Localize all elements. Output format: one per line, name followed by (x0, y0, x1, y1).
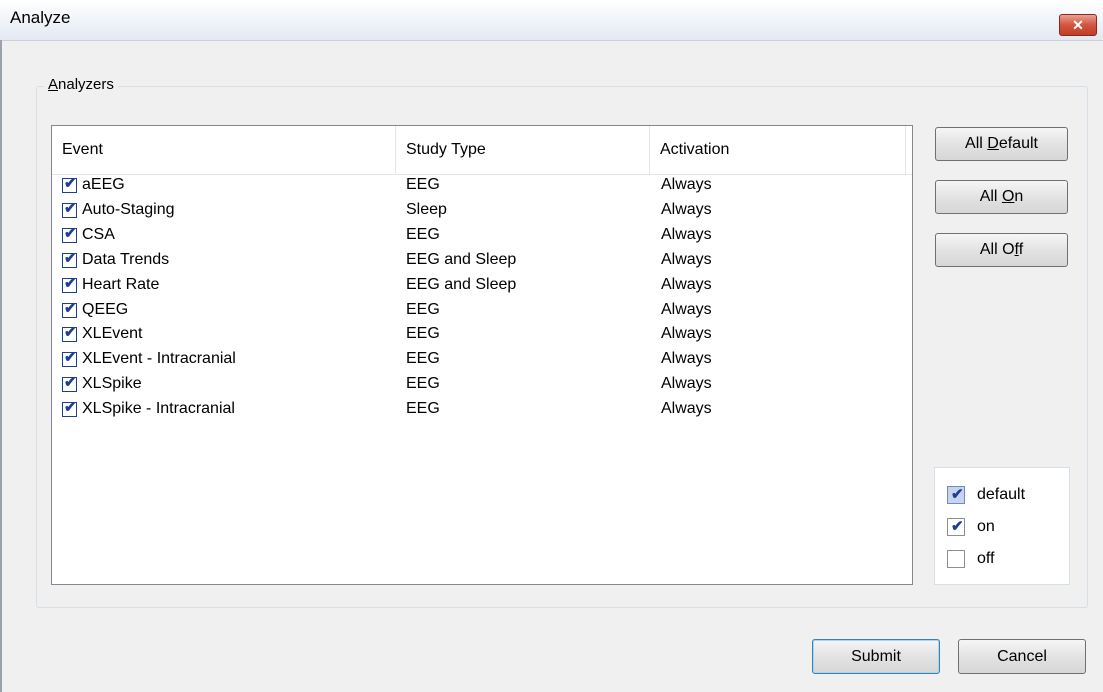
table-row[interactable]: ✔ aEEG EEG Always (52, 174, 912, 198)
checkbox-icon[interactable]: ✔ (62, 275, 77, 293)
window-border (0, 40, 2, 692)
checkmark-icon: ✔ (64, 175, 77, 192)
legend-label: default (977, 486, 1026, 503)
table-row[interactable]: ✔ XLSpike EEG Always (52, 373, 912, 397)
checkmark-icon: ✔ (64, 349, 77, 367)
all-default-button[interactable]: All Default (935, 127, 1068, 161)
cell-event: CSA (82, 225, 115, 243)
cell-event: XLSpike (82, 375, 142, 393)
close-button[interactable]: ✕ (1059, 14, 1097, 36)
state-legend: ✔ default ✔ on off (934, 467, 1070, 585)
table-row[interactable]: ✔ XLSpike - Intracranial EEG Always (52, 398, 912, 422)
checkmark-icon: ✔ (64, 299, 77, 317)
table-row[interactable]: ✔ XLEvent - Intracranial EEG Always (52, 348, 912, 372)
cell-event: XLEvent (82, 325, 143, 343)
cell-event: Heart Rate (82, 275, 160, 293)
cell-activation: Always (661, 300, 712, 318)
legend-checkbox-default-icon: ✔ (947, 486, 965, 504)
table-row[interactable]: ✔ Data Trends EEG and Sleep Always (52, 249, 912, 273)
checkbox-icon[interactable]: ✔ (62, 349, 77, 368)
table-row[interactable]: ✔ Auto-Staging Sleep Always (52, 199, 912, 223)
close-icon: ✕ (1072, 17, 1084, 33)
cell-activation: Always (661, 375, 712, 393)
checkbox-icon[interactable]: ✔ (62, 175, 77, 193)
checkbox-icon[interactable]: ✔ (62, 225, 77, 243)
column-header-study-type[interactable]: Study Type (396, 126, 650, 174)
cell-activation: Always (661, 400, 712, 418)
cell-study-type: EEG (406, 400, 440, 418)
cell-activation: Always (661, 325, 712, 343)
table-row[interactable]: ✔ XLEvent EEG Always (52, 323, 912, 347)
submit-button[interactable]: Submit (812, 639, 940, 674)
cell-study-type: EEG (406, 300, 440, 318)
checkmark-icon: ✔ (64, 374, 77, 392)
table-row[interactable]: ✔ CSA EEG Always (52, 224, 912, 248)
cell-event: XLEvent - Intracranial (82, 350, 236, 368)
checkmark-icon: ✔ (951, 518, 964, 535)
cell-study-type: EEG and Sleep (406, 250, 517, 268)
analyzers-list[interactable]: Event Study Type Activation ✔ aEEG EEG Alwa… (51, 125, 913, 585)
legend-label: on (977, 518, 995, 535)
checkmark-icon: ✔ (64, 399, 77, 417)
checkmark-icon: ✔ (64, 324, 77, 342)
analyzers-group-label: Analyzers (44, 76, 118, 93)
title-bar: Analyze ✕ (0, 0, 1103, 41)
cell-event: aEEG (82, 176, 125, 193)
column-header-event[interactable]: Event (52, 126, 396, 174)
all-off-button[interactable]: All Off (935, 233, 1068, 267)
cell-activation: Always (661, 176, 712, 193)
cell-study-type: EEG (406, 375, 440, 393)
checkbox-icon[interactable]: ✔ (62, 399, 77, 418)
cell-study-type: EEG (406, 350, 440, 368)
cell-study-type: EEG (406, 225, 440, 243)
cell-activation: Always (661, 250, 712, 268)
checkmark-icon: ✔ (64, 249, 77, 267)
table-row[interactable]: ✔ Heart Rate EEG and Sleep Always (52, 274, 912, 298)
checkbox-icon[interactable]: ✔ (62, 250, 77, 268)
checkmark-icon: ✔ (64, 224, 77, 242)
checkmark-icon: ✔ (64, 199, 77, 217)
list-header: Event Study Type Activation (52, 126, 912, 175)
checkmark-icon: ✔ (64, 274, 77, 292)
cell-activation: Always (661, 200, 712, 218)
cell-study-type: EEG and Sleep (406, 275, 517, 293)
checkbox-icon[interactable]: ✔ (62, 374, 77, 393)
checkmark-icon: ✔ (951, 486, 964, 503)
checkbox-icon[interactable]: ✔ (62, 324, 77, 343)
legend-checkbox-on-icon: ✔ (947, 518, 965, 536)
cell-study-type: EEG (406, 325, 440, 343)
checkbox-icon[interactable]: ✔ (62, 300, 77, 318)
cell-event: Auto-Staging (82, 200, 175, 218)
checkbox-icon[interactable]: ✔ (62, 200, 77, 218)
window-title: Analyze (10, 8, 71, 27)
cell-activation: Always (661, 350, 712, 368)
cell-event: QEEG (82, 300, 129, 318)
legend-label: off (977, 550, 995, 567)
cell-activation: Always (661, 275, 712, 293)
all-on-button[interactable]: All On (935, 180, 1068, 214)
cell-study-type: EEG (406, 176, 440, 193)
cell-event: XLSpike - Intracranial (82, 400, 235, 418)
cell-activation: Always (661, 225, 712, 243)
cell-event: Data Trends (82, 250, 170, 268)
column-header-activation[interactable]: Activation (650, 126, 906, 174)
legend-checkbox-off-icon (947, 550, 965, 568)
cell-study-type: Sleep (406, 200, 447, 218)
table-row[interactable]: ✔ QEEG EEG Always (52, 299, 912, 323)
cancel-button[interactable]: Cancel (958, 639, 1086, 674)
